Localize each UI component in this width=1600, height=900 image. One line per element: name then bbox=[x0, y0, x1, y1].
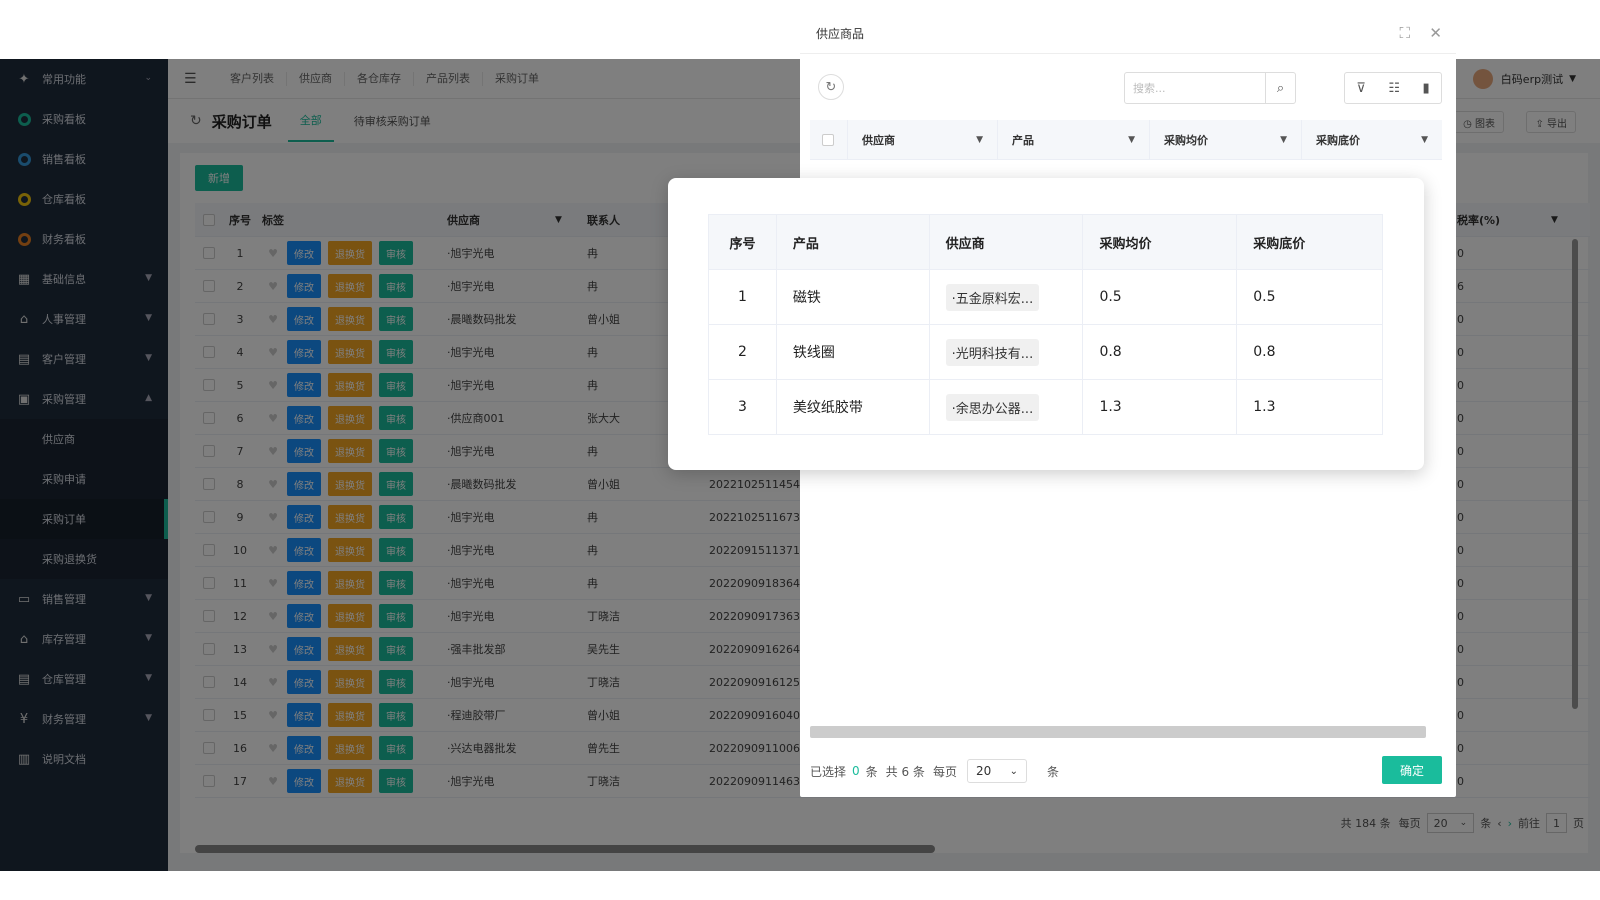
supplier-chip[interactable]: ·光明科技有... bbox=[945, 338, 1040, 366]
caret-down-icon[interactable]: ▼ bbox=[1128, 135, 1135, 145]
popup-table-row: 2 铁线圈 ·光明科技有... 0.8 0.8 bbox=[709, 325, 1384, 380]
chevron-down-icon: ⌄ bbox=[1009, 765, 1018, 777]
dialog-horizontal-scrollbar[interactable] bbox=[810, 726, 1426, 738]
filter-icon[interactable]: ⊽ bbox=[1356, 81, 1366, 96]
dialog-footer: 已选择 0 条 共 6 条 每页 20 ⌄ 条 确定 bbox=[810, 756, 1442, 786]
toolbar-icons: ⊽ ☷ ▮ bbox=[1344, 72, 1442, 104]
product-detail-popup: 序号 产品 供应商 采购均价 采购底价 1 磁铁 ·五金原料宏... 0.5 0.5 2 铁… bbox=[668, 178, 1424, 470]
popup-table-body: 1 磁铁 ·五金原料宏... 0.5 0.5 2 铁线圈 ·光明科技有... 0.8 0.8 3 美纹… bbox=[709, 270, 1384, 435]
supplier-chip[interactable]: ·五金原料宏... bbox=[945, 283, 1040, 311]
popup-table-header: 序号 产品 供应商 采购均价 采购底价 bbox=[709, 215, 1384, 270]
bar-chart-icon[interactable]: ▮ bbox=[1423, 81, 1430, 96]
dialog-header: 供应商品 ⛶ ✕ bbox=[800, 14, 1456, 54]
caret-down-icon[interactable]: ▼ bbox=[1421, 135, 1428, 145]
caret-down-icon[interactable]: ▼ bbox=[976, 135, 983, 145]
columns-icon[interactable]: ☷ bbox=[1388, 81, 1400, 96]
confirm-button[interactable]: 确定 bbox=[1382, 756, 1442, 784]
dialog-table-header: 供应商 ▼ 产品 ▼ 采购均价 ▼ 采购底价 ▼ bbox=[810, 119, 1442, 160]
select-all-checkbox[interactable] bbox=[822, 133, 834, 146]
popup-table-row: 1 磁铁 ·五金原料宏... 0.5 0.5 bbox=[709, 270, 1384, 325]
popup-table-row: 3 美纹纸胶带 ·余思办公器... 1.3 1.3 bbox=[709, 380, 1384, 435]
close-icon[interactable]: ✕ bbox=[1429, 24, 1442, 42]
refresh-icon[interactable]: ↻ bbox=[818, 74, 844, 100]
fullscreen-icon[interactable]: ⛶ bbox=[1399, 24, 1410, 42]
dialog-table: 供应商 ▼ 产品 ▼ 采购均价 ▼ 采购底价 ▼ bbox=[810, 119, 1442, 160]
popup-table: 序号 产品 供应商 采购均价 采购底价 1 磁铁 ·五金原料宏... 0.5 0.5 2 铁… bbox=[708, 214, 1384, 435]
caret-down-icon[interactable]: ▼ bbox=[1280, 135, 1287, 145]
dialog-toolbar: ↻ 搜索... ⌕ ⊽ ☷ ▮ bbox=[816, 72, 1442, 106]
dialog-title: 供应商品 bbox=[816, 27, 865, 41]
page-size-select[interactable]: 20⌄ bbox=[966, 759, 1027, 783]
search-input[interactable]: 搜索... ⌕ bbox=[1124, 72, 1296, 104]
search-icon[interactable]: ⌕ bbox=[1265, 73, 1295, 103]
supplier-chip[interactable]: ·余思办公器... bbox=[945, 393, 1040, 421]
